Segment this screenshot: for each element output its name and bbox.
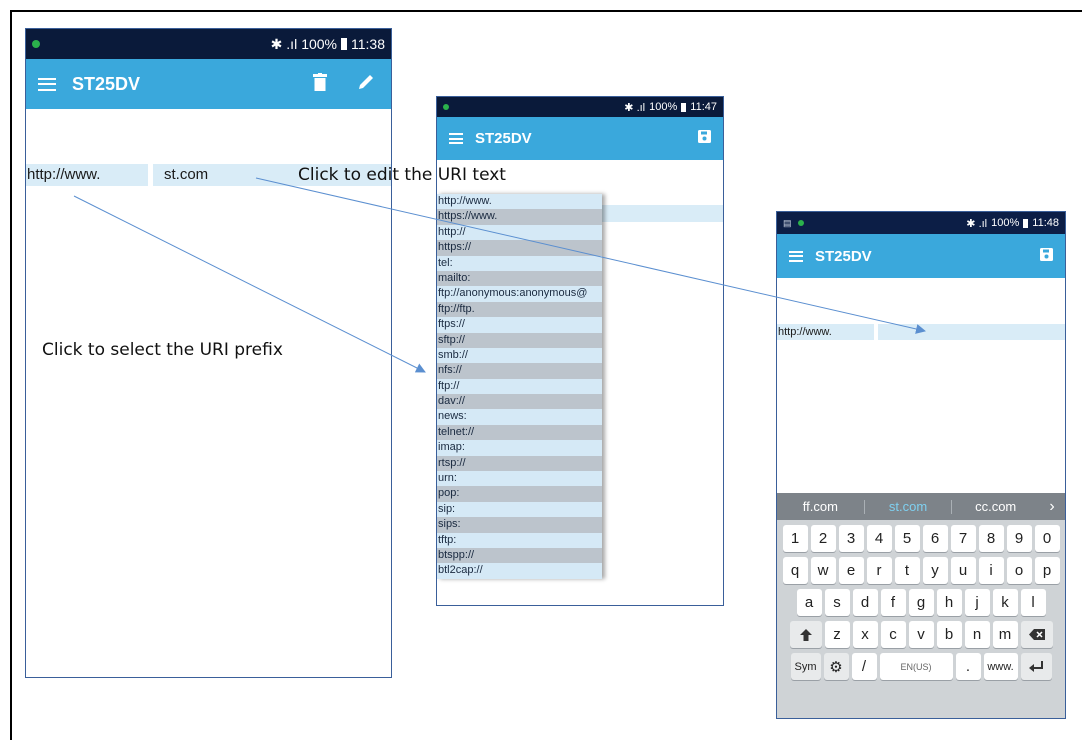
annotation-arrows bbox=[73, 177, 926, 373]
arrow-to-prefix-dropdown bbox=[73, 195, 426, 373]
arrow-to-uri-field bbox=[255, 177, 926, 334]
